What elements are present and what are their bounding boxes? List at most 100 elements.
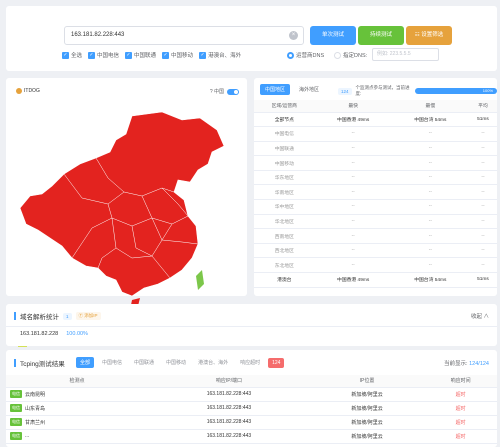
table-cell: 中国台湾 54ms — [391, 272, 469, 288]
table-cell: 东北地区 — [254, 257, 315, 274]
taiwan-region — [196, 270, 204, 290]
table-cell: -- — [468, 155, 497, 171]
table-row[interactable]: 电信 甘肃兰州 163.181.82.228:443 新加坡/阿里云 超时 — [6, 415, 497, 430]
search-panel: 163.181.82.228:443 × 单次测试 持续测试 ☷ 设置筛选 ✓ 全… — [6, 6, 497, 71]
table-row[interactable]: 华东地区 -- -- -- — [254, 170, 497, 186]
table-cell: -- — [468, 228, 497, 244]
filter-mobile[interactable]: 中国移动 — [162, 357, 190, 368]
table-row[interactable]: 中国电信 -- -- -- — [254, 126, 497, 142]
checkbox-mobile[interactable]: ✓ 中国移动 — [162, 51, 193, 59]
column-header: 平均 — [468, 100, 497, 113]
checkbox-label: 中国电信 — [97, 53, 120, 59]
map-toggle[interactable]: ? 中国 — [210, 88, 239, 95]
filter-overseas[interactable]: 港澳台、海外 — [194, 357, 232, 368]
target-input-value: 163.181.82.228:443 — [71, 32, 125, 38]
table-cell: -- — [391, 126, 469, 142]
table-cell: -- — [391, 199, 469, 215]
checkbox-label: 中国联通 — [134, 53, 157, 59]
table-cell: -- — [314, 243, 392, 259]
table-row[interactable]: 电信 云南昆明 163.181.82.228:443 新加坡/阿里云 超时 — [6, 387, 497, 402]
section-title: Tcping测试结果 — [20, 361, 65, 368]
table-row[interactable]: 港澳台 中国香港 49ms 中国台湾 54ms 51ms — [254, 272, 497, 288]
column-header: 响应时间 — [424, 375, 497, 388]
checkbox-all[interactable]: ✓ 全选 — [62, 51, 82, 59]
location-name: 云南昆明 — [25, 391, 46, 398]
table-row[interactable]: 电信 山东青岛 163.181.82.228:443 新加坡/阿里云 超时 — [6, 401, 497, 416]
table-cell: -- — [314, 257, 392, 274]
checkbox-telecom[interactable]: ✓ 中国电信 — [88, 51, 119, 59]
shown-label: 当前显示: — [444, 361, 468, 367]
column-header: IP位置 — [309, 375, 425, 388]
add-ip-badge[interactable]: Ⓣ 添加IP — [75, 312, 101, 320]
radio-custom-dns[interactable]: 指定DNS: — [334, 51, 367, 59]
table-row[interactable]: 东北地区 -- -- -- — [254, 257, 497, 274]
custom-dns-input[interactable]: 例如: 223.5.5.5 — [372, 48, 439, 61]
clear-icon[interactable]: × — [289, 31, 298, 40]
single-test-button[interactable]: 单次测试 — [310, 26, 356, 45]
table-cell: 中国联通 — [254, 141, 315, 157]
target-input[interactable]: 163.181.82.228:443 × — [64, 26, 304, 45]
radio-label: 运营商DNS — [296, 53, 325, 59]
radio-dot — [334, 51, 341, 59]
table-row[interactable]: 西北地区 -- -- -- — [254, 243, 497, 259]
logo-icon — [16, 88, 22, 94]
region-tabs: 中国地区 海外地区 — [260, 84, 324, 95]
filter-telecom[interactable]: 中国电信 — [98, 357, 126, 368]
tcping-panel: Tcping测试结果 全部 中国电信 中国联通 中国移动 港澳台、海外 响应超时… — [6, 350, 497, 447]
filter-all[interactable]: 全部 — [76, 357, 95, 368]
checkbox-label: 中国移动 — [171, 53, 194, 59]
time-cell: 超时 — [424, 429, 497, 444]
location-name: ... — [25, 433, 30, 439]
table-cell: -- — [468, 184, 497, 201]
continuous-test-button[interactable]: 持续测试 — [358, 26, 404, 45]
radio-dot — [287, 51, 294, 59]
table-cell: 51ms — [468, 272, 497, 288]
map-panel: ITDOG ? 中国 超时＞250ms201ms-250ms101ms-200m… — [6, 78, 247, 367]
shown-count: 当前显示: 124/124 — [444, 359, 489, 367]
isp-checkbox-row: ✓ 全选 ✓ 中国电信 ✓ 中国联通 ✓ 中国移动 ✓ 港澳台、海外 — [62, 51, 241, 59]
timeout-count-badge: 124 — [268, 357, 285, 368]
location-name: 山东青岛 — [25, 405, 46, 412]
table-cell: 华北地区 — [254, 214, 315, 230]
progress-info: 124 个监测点参与测试，当前进度: 100% — [338, 85, 497, 97]
column-header: 最慢 — [391, 100, 469, 113]
table-cell: -- — [468, 214, 497, 230]
tab-overseas[interactable]: 海外地区 — [294, 84, 324, 95]
table-cell: 华中地区 — [254, 199, 315, 215]
progress-text: 个监测点参与测试，当前进度: — [355, 85, 410, 96]
checkbox-overseas[interactable]: ✓ 港澳台、海外 — [199, 51, 241, 59]
table-row[interactable]: 华中地区 -- -- -- — [254, 199, 497, 215]
table-cell: -- — [314, 170, 392, 186]
table-cell: 华南地区 — [254, 184, 315, 201]
collapse-button[interactable]: 收起 ∧ — [471, 312, 489, 320]
table-row[interactable]: 中国联通 -- -- -- — [254, 141, 497, 157]
filter-settings-button[interactable]: ☷ 设置筛选 — [406, 26, 452, 45]
location-cell: 电信 山东青岛 — [6, 401, 148, 416]
checkbox-unicom[interactable]: ✓ 中国联通 — [125, 51, 156, 59]
table-cell: -- — [391, 257, 469, 274]
table-cell: 51ms — [468, 112, 497, 128]
table-row[interactable]: 中国移动 -- -- -- — [254, 155, 497, 171]
ip-count-badge: 1 — [63, 312, 72, 320]
tab-china[interactable]: 中国地区 — [260, 84, 291, 95]
toggle-switch[interactable] — [227, 88, 239, 95]
table-cell: -- — [468, 170, 497, 186]
table-cell: -- — [468, 199, 497, 215]
title-bar — [14, 359, 16, 367]
china-map[interactable] — [12, 108, 242, 308]
resolved-ip: 163.181.82.228 — [20, 330, 59, 337]
table-row[interactable]: 西南地区 -- -- -- — [254, 228, 497, 244]
filter-timeout[interactable]: 响应超时 — [236, 357, 264, 368]
table-row[interactable]: 华南地区 -- -- -- — [254, 184, 497, 201]
isp-tag: 电信 — [10, 404, 22, 412]
table-cell: 港澳台 — [254, 272, 315, 288]
table-row[interactable]: 全部节点 中国香港 49ms 中国台湾 54ms 51ms — [254, 112, 497, 128]
ip-cell: 163.181.82.228:443 — [147, 415, 310, 430]
table-cell: -- — [314, 141, 392, 157]
table-row[interactable]: 电信... 163.181.82.228:443 新加坡/阿里云 超时 — [6, 429, 497, 444]
table-row[interactable]: 华北地区 -- -- -- — [254, 214, 497, 230]
filter-unicom[interactable]: 中国联通 — [130, 357, 158, 368]
table-cell: -- — [391, 228, 469, 244]
check-icon: ✓ — [125, 51, 133, 59]
radio-local-dns[interactable]: 运营商DNS — [287, 51, 324, 59]
